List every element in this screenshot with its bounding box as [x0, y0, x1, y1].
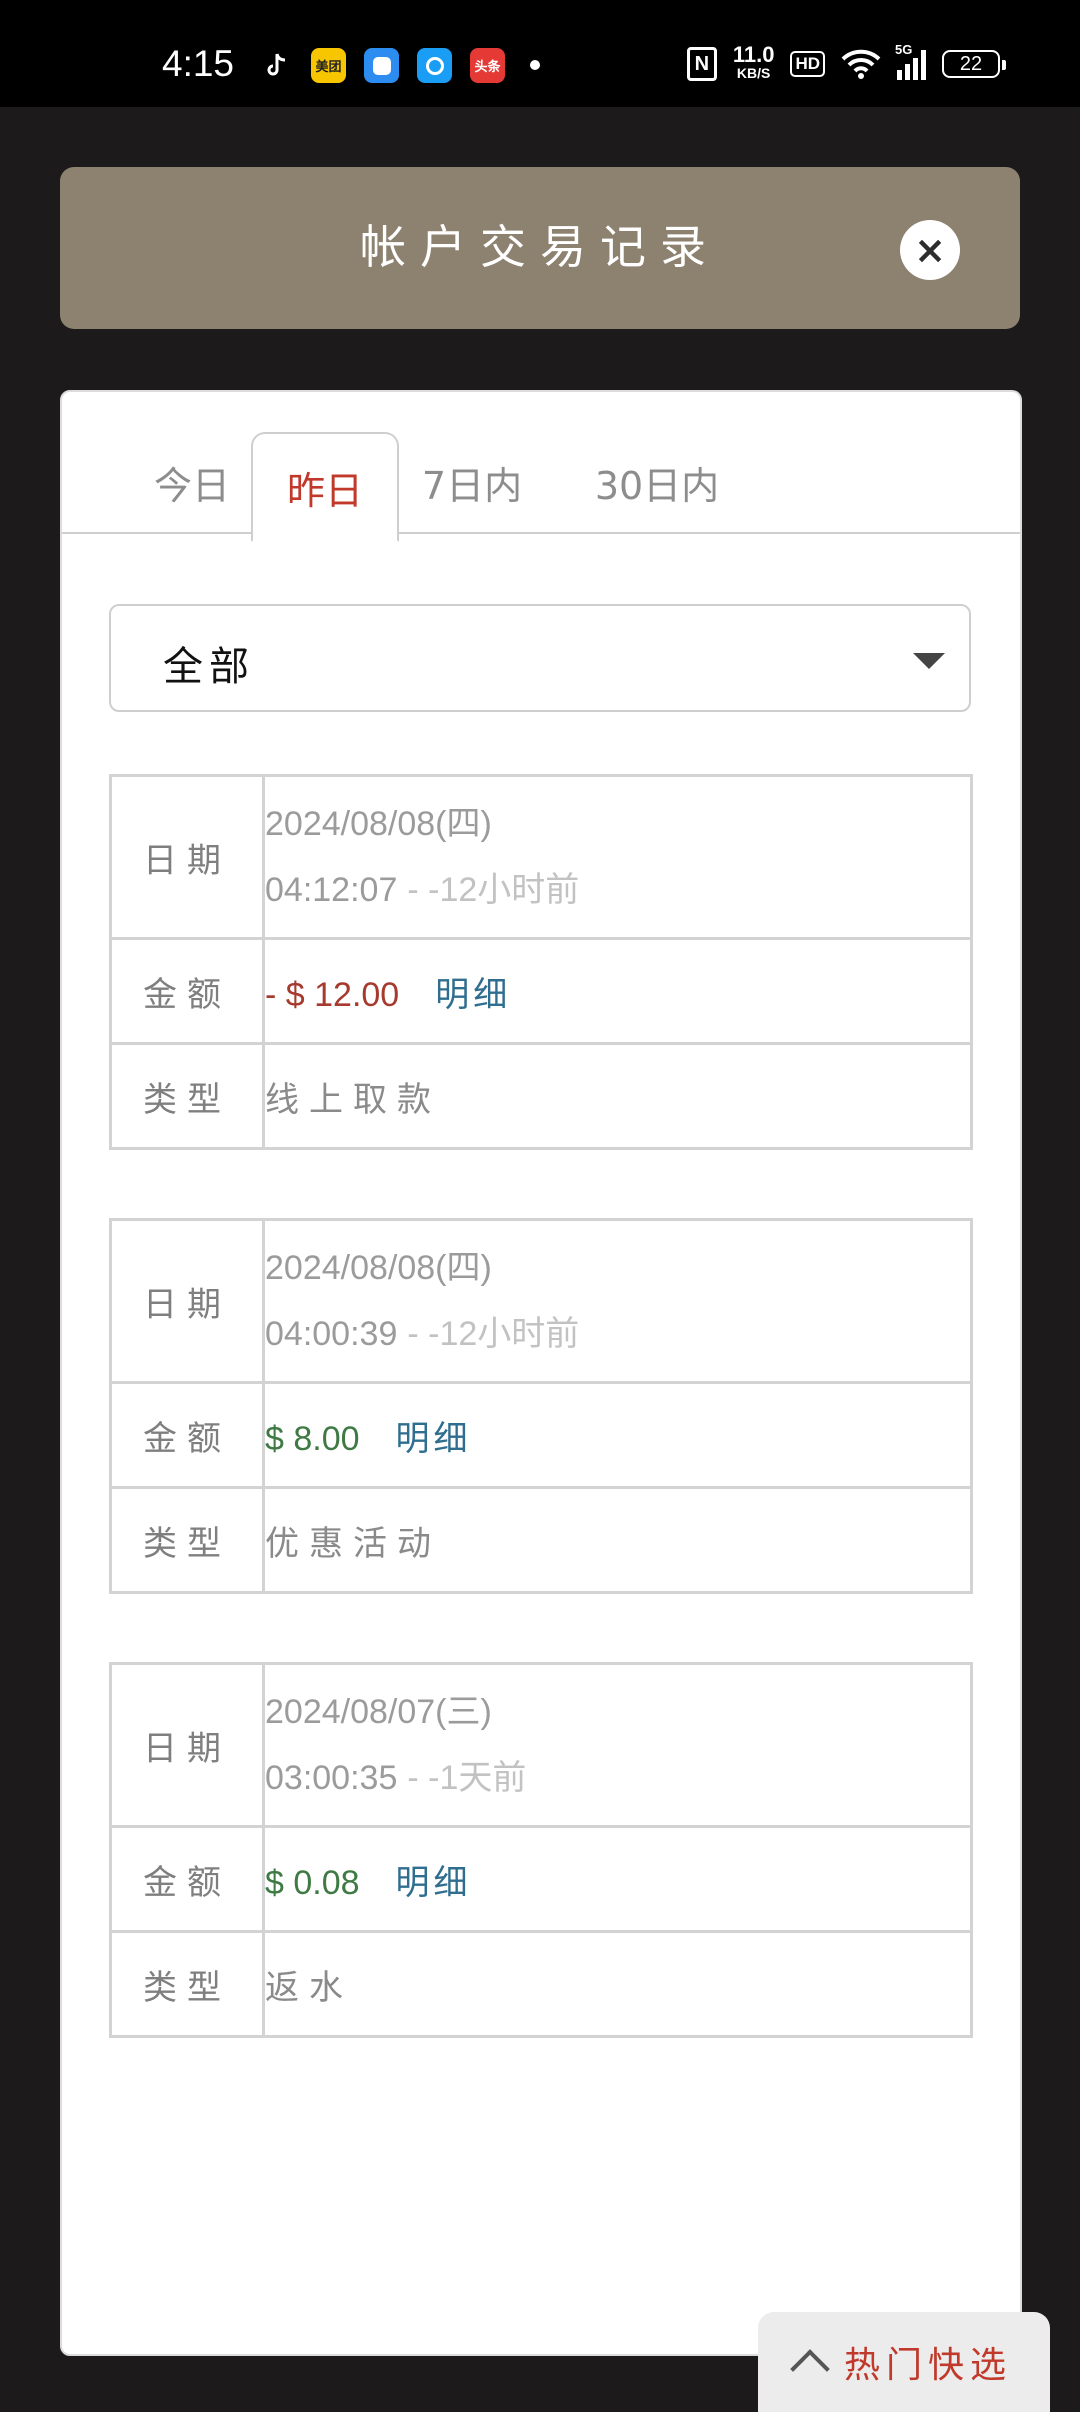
signal-icon: 5G	[895, 42, 926, 80]
status-time: 4:15	[162, 43, 235, 84]
type-label: 类型	[109, 1042, 265, 1150]
toutiao-label: 头条	[474, 60, 501, 75]
nfc-icon: N	[686, 47, 717, 81]
tiktok-icon	[258, 48, 293, 83]
status-bar: 4:15 美团 头条 N 11.0 KB/S HD 5G 22	[0, 0, 1080, 107]
date-label: 日期	[109, 1218, 265, 1384]
records-panel: 今日 昨日 7日内 30日内 全部 日期 2024/08/08(四) 04:12…	[60, 390, 1022, 2356]
amount-label: 金额	[109, 937, 265, 1045]
network-type: 5G	[895, 42, 913, 57]
record-card: 日期 2024/08/07(三) 03:00:35- -1天前 金额 $ 0.0…	[109, 1662, 973, 2038]
type-label: 类型	[109, 1930, 265, 2038]
system-icons: N 11.0 KB/S HD 5G 22	[686, 42, 1006, 82]
close-button[interactable]: ×	[900, 220, 960, 280]
meituan-icon: 美团	[311, 48, 346, 83]
record-date-row: 日期 2024/08/07(三) 03:00:35- -1天前	[109, 1662, 973, 1828]
date-label: 日期	[109, 774, 265, 940]
record-type-row: 类型 线上取款	[109, 1042, 973, 1150]
date-label: 日期	[109, 1662, 265, 1828]
record-amount-row: 金额 $ 0.08 明细	[109, 1825, 973, 1933]
record-time-line: 03:00:35- -1天前	[265, 1745, 970, 1811]
record-ago: - -12小时前	[407, 1315, 580, 1353]
browser-icon	[417, 48, 452, 83]
record-time: 04:00:39	[265, 1315, 398, 1353]
network-speed: 11.0 KB/S	[732, 42, 775, 82]
amount-cell: - $ 12.00 明细	[262, 937, 973, 1045]
tab-30-days[interactable]: 30日内	[582, 432, 732, 532]
record-time-line: 04:12:07- -12小时前	[265, 857, 970, 923]
hd-icon: HD	[790, 51, 825, 77]
record-date: 2024/08/08(四)	[265, 805, 492, 843]
speed-unit: KB/S	[736, 65, 771, 81]
notification-icons: 美团 头条	[258, 48, 505, 83]
record-type-row: 类型 返水	[109, 1930, 973, 2038]
header-bar: 帐户交易记录 ×	[60, 167, 1020, 329]
detail-link[interactable]: 明细	[396, 1419, 472, 1459]
close-icon: ×	[914, 228, 946, 272]
record-amount: $ 0.08	[265, 1863, 360, 1902]
date-cell: 2024/08/08(四) 04:00:39- -12小时前	[262, 1218, 973, 1384]
detail-link[interactable]: 明细	[396, 1863, 472, 1903]
record-type: 返水	[262, 1930, 973, 2038]
page-title: 帐户交易记录	[360, 220, 720, 274]
speed-value: 11.0	[732, 42, 775, 67]
meituan-label: 美团	[315, 60, 342, 75]
record-date-row: 日期 2024/08/08(四) 04:12:07- -12小时前	[109, 774, 973, 940]
amount-label: 金额	[109, 1825, 265, 1933]
toutiao-icon: 头条	[470, 48, 505, 83]
type-filter-select[interactable]: 全部	[109, 604, 971, 712]
record-time-line: 04:00:39- -12小时前	[265, 1301, 970, 1367]
battery-level: 22	[959, 52, 983, 75]
date-cell: 2024/08/08(四) 04:12:07- -12小时前	[262, 774, 973, 940]
record-type: 线上取款	[262, 1042, 973, 1150]
caret-down-icon	[913, 653, 945, 669]
tab-7-days[interactable]: 7日内	[412, 432, 532, 532]
record-amount: $ 8.00	[265, 1419, 360, 1458]
amount-cell: $ 0.08 明细	[262, 1825, 973, 1933]
record-amount: - $ 12.00	[265, 975, 400, 1014]
record-date: 2024/08/08(四)	[265, 1249, 492, 1287]
record-type: 优惠活动	[262, 1486, 973, 1594]
amount-label: 金额	[109, 1381, 265, 1489]
record-ago: - -1天前	[407, 1759, 527, 1797]
amount-cell: $ 8.00 明细	[262, 1381, 973, 1489]
record-amount-row: 金额 $ 8.00 明细	[109, 1381, 973, 1489]
tab-today[interactable]: 今日	[142, 432, 242, 532]
detail-link[interactable]: 明细	[435, 975, 511, 1015]
record-type-row: 类型 优惠活动	[109, 1486, 973, 1594]
type-label: 类型	[109, 1486, 265, 1594]
wifi-icon	[841, 49, 881, 79]
battery-icon: 22	[942, 50, 1006, 78]
record-amount-row: 金额 - $ 12.00 明细	[109, 937, 973, 1045]
record-date-row: 日期 2024/08/08(四) 04:00:39- -12小时前	[109, 1218, 973, 1384]
record-time: 04:12:07	[265, 871, 398, 909]
record-ago: - -12小时前	[407, 871, 580, 909]
notification-dot	[530, 60, 540, 70]
record-card: 日期 2024/08/08(四) 04:00:39- -12小时前 金额 $ 8…	[109, 1218, 973, 1594]
chevron-up-icon	[790, 2349, 830, 2389]
record-card: 日期 2024/08/08(四) 04:12:07- -12小时前 金额 - $…	[109, 774, 973, 1150]
date-tabs: 今日 昨日 7日内 30日内	[62, 432, 1020, 542]
record-date: 2024/08/07(三)	[265, 1693, 492, 1731]
blue-app-icon	[364, 48, 399, 83]
tab-yesterday[interactable]: 昨日	[251, 432, 399, 542]
filter-value: 全部	[163, 644, 255, 690]
date-cell: 2024/08/07(三) 03:00:35- -1天前	[262, 1662, 973, 1828]
record-time: 03:00:35	[265, 1759, 398, 1797]
hot-picks-label: 热门快选	[843, 2345, 1012, 2386]
hot-picks-button[interactable]: 热门快选	[758, 2312, 1050, 2412]
